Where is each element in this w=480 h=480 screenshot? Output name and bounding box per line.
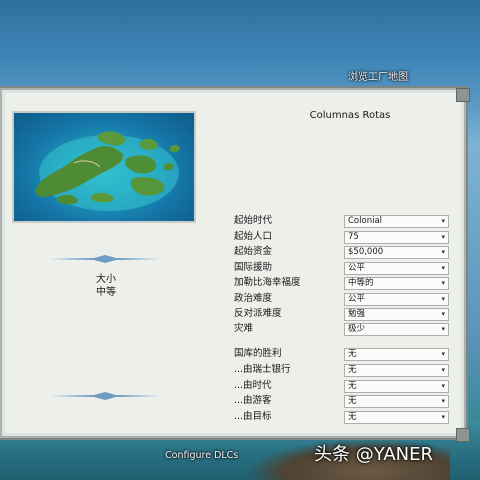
objective-victory-dropdown[interactable]: 无 ▾: [344, 411, 449, 424]
tourist-victory-label: ...由游客: [234, 395, 272, 406]
swiss-bank-victory-value: 无: [348, 365, 357, 375]
start-era-value: Colonial: [348, 216, 383, 226]
treasury-victory-value: 无: [348, 349, 357, 359]
foreign-aid-value: 公平: [348, 263, 366, 273]
island-map-icon: [35, 131, 180, 211]
foreign-aid-dropdown[interactable]: 公平 ▾: [344, 262, 449, 275]
ornament-divider: [50, 255, 160, 263]
chevron-down-icon: ▾: [441, 248, 445, 256]
chevron-down-icon: ▾: [441, 217, 445, 225]
treasury-victory-dropdown[interactable]: 无 ▾: [344, 348, 449, 361]
rebel-difficulty-dropdown[interactable]: 勉强 ▾: [344, 308, 449, 321]
chevron-down-icon: ▾: [441, 366, 445, 374]
tourist-victory-dropdown[interactable]: 无 ▾: [344, 395, 449, 408]
chevron-down-icon: ▾: [441, 233, 445, 241]
chevron-down-icon: ▾: [441, 382, 445, 390]
disasters-label: 灾难: [234, 323, 254, 334]
start-era-dropdown[interactable]: Colonial ▾: [344, 215, 449, 228]
objective-victory-value: 无: [348, 412, 357, 422]
start-population-dropdown[interactable]: 75 ▾: [344, 231, 449, 244]
political-difficulty-label: 政治难度: [234, 293, 273, 304]
swiss-bank-victory-dropdown[interactable]: 无 ▾: [344, 364, 449, 377]
map-preview-image[interactable]: [12, 111, 196, 223]
size-value: 中等: [96, 287, 116, 298]
start-funds-dropdown[interactable]: $50,000 ▾: [344, 246, 449, 259]
start-era-label: 起始时代: [234, 215, 273, 226]
chevron-down-icon: ▾: [441, 264, 445, 272]
caribbean-happiness-label: 加勒比海幸福度: [234, 277, 301, 288]
map-title: Columnas Rotas: [309, 110, 391, 121]
window-title: 浏览工厂地图: [348, 72, 408, 83]
disasters-value: 极少: [348, 324, 366, 334]
chevron-down-icon: ▾: [441, 325, 445, 333]
chevron-down-icon: ▾: [441, 350, 445, 358]
ornament-divider: [50, 392, 160, 400]
political-difficulty-value: 公平: [348, 294, 366, 304]
panel-corner-ornament: [456, 88, 470, 102]
tourist-victory-value: 无: [348, 396, 357, 406]
era-victory-dropdown[interactable]: 无 ▾: [344, 380, 449, 393]
objective-victory-label: ...由目标: [234, 411, 272, 422]
era-victory-label: ...由时代: [234, 380, 272, 391]
panel-corner-ornament: [456, 428, 470, 442]
watermark-text: 头条 @YANER: [314, 444, 433, 465]
rebel-difficulty-value: 勉强: [348, 309, 366, 319]
swiss-bank-victory-label: ...由瑞士银行: [234, 364, 291, 375]
start-funds-value: $50,000: [348, 247, 384, 257]
disasters-dropdown[interactable]: 极少 ▾: [344, 323, 449, 336]
start-population-value: 75: [348, 232, 359, 242]
chevron-down-icon: ▾: [441, 310, 445, 318]
foreign-aid-label: 国际援助: [234, 262, 273, 273]
configure-dlcs-button[interactable]: Configure DLCs: [165, 450, 238, 461]
chevron-down-icon: ▾: [441, 295, 445, 303]
chevron-down-icon: ▾: [441, 279, 445, 287]
chevron-down-icon: ▾: [441, 397, 445, 405]
era-victory-value: 无: [348, 381, 357, 391]
caribbean-happiness-value: 中等的: [348, 278, 374, 288]
rebel-difficulty-label: 反对派难度: [234, 308, 282, 319]
political-difficulty-dropdown[interactable]: 公平 ▾: [344, 293, 449, 306]
start-population-label: 起始人口: [234, 231, 273, 242]
caribbean-happiness-dropdown[interactable]: 中等的 ▾: [344, 277, 449, 290]
chevron-down-icon: ▾: [441, 413, 445, 421]
treasury-victory-label: 国库的胜利: [234, 348, 282, 359]
start-funds-label: 起始资金: [234, 246, 273, 257]
